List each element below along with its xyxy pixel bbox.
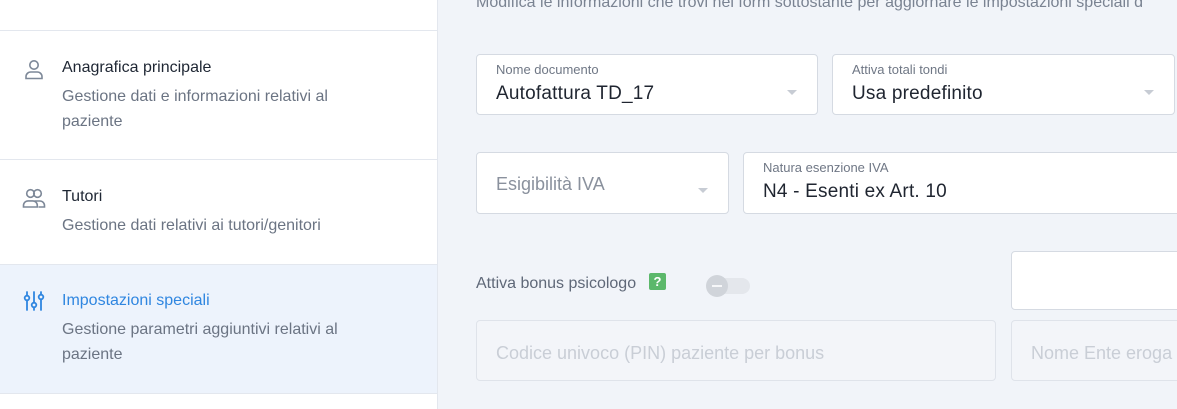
nome-ente-input: Nome Ente eroga [1011, 320, 1177, 381]
bonus-toggle-label: Attiva bonus psicologo [476, 275, 637, 292]
main-content: Modifica le informazioni che trovi nei f… [438, 0, 1177, 409]
sidebar-item-tutori[interactable]: Tutori Gestione dati relativi ai tutori/… [0, 160, 437, 265]
bonus-toggle[interactable] [706, 275, 750, 297]
sliders-icon [22, 289, 46, 313]
sidebar-item-impostazioni[interactable]: Impostazioni speciali Gestione parametri… [0, 265, 437, 394]
sidebar-item-desc: Gestione parametri aggiuntivi relativi a… [62, 321, 338, 363]
sidebar-item-title: Impostazioni speciali [62, 292, 210, 309]
settings-sidebar: Anagrafica principale Gestione dati e in… [0, 0, 438, 409]
bonus-side-input[interactable] [1011, 251, 1177, 310]
field-placeholder: Nome Ente eroga [1031, 343, 1173, 363]
attiva-totali-tondi-select[interactable]: Attiva totali tondi Usa predefinito [832, 54, 1175, 115]
chevron-down-icon [698, 188, 708, 193]
natura-esenzione-select[interactable]: Natura esenzione IVA N4 - Esenti ex Art.… [743, 152, 1177, 214]
esigibilita-iva-select[interactable]: Esigibilità IVA [476, 152, 729, 214]
sidebar-item-title: Tutori [62, 188, 103, 205]
field-label: Attiva totali tondi [852, 62, 948, 77]
chevron-down-icon [1144, 90, 1154, 95]
sidebar-item-title: Anagrafica principale [62, 59, 212, 76]
intro-text: Modifica le informazioni che trovi nei f… [476, 0, 1143, 11]
field-label: Nome documento [496, 62, 599, 77]
field-value: Usa predefinito [852, 83, 983, 104]
field-value: Autofattura TD_17 [496, 83, 655, 104]
field-value: N4 - Esenti ex Art. 10 [763, 181, 947, 202]
users-icon [22, 186, 46, 210]
sidebar-item-desc: Gestione dati relativi ai tutori/genitor… [62, 217, 321, 234]
pin-paziente-input: Codice univoco (PIN) paziente per bonus [476, 320, 996, 381]
sidebar-item-anagrafica[interactable]: Anagrafica principale Gestione dati e in… [0, 31, 437, 160]
help-icon[interactable]: ? [649, 273, 666, 290]
nome-documento-select[interactable]: Nome documento Autofattura TD_17 [476, 54, 818, 115]
field-placeholder: Esigibilità IVA [496, 174, 605, 194]
field-label: Natura esenzione IVA [763, 160, 889, 175]
chevron-down-icon [787, 90, 797, 95]
user-icon [22, 57, 46, 81]
sidebar-item-desc: Gestione dati e informazioni relativi al… [62, 88, 328, 130]
toggle-knob [706, 275, 728, 297]
field-placeholder: Codice univoco (PIN) paziente per bonus [496, 343, 825, 363]
sidebar-item-previous[interactable] [0, 0, 437, 31]
